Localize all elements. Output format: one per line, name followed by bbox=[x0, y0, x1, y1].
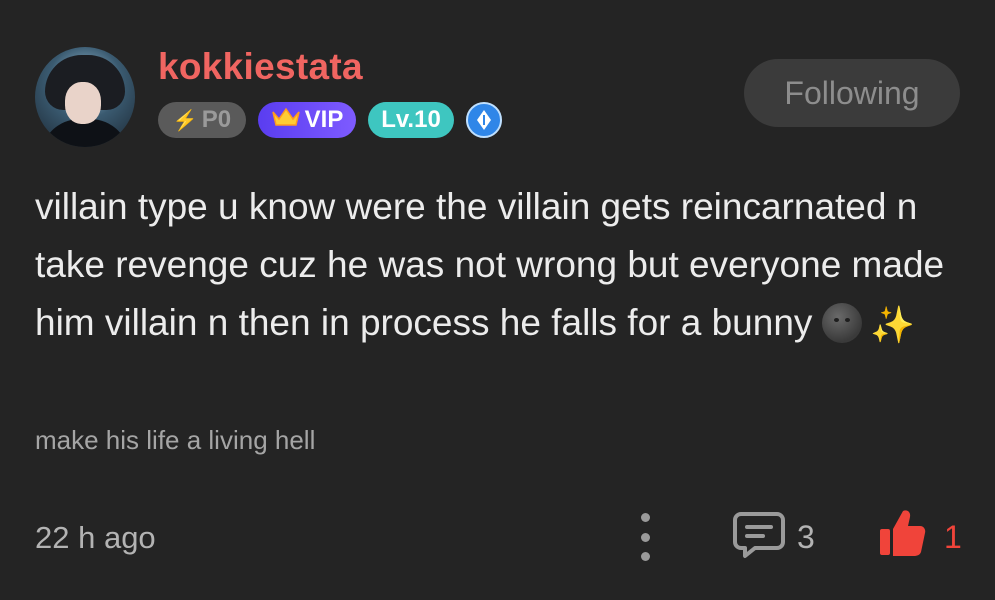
post-body: villain type u know were the villain get… bbox=[35, 178, 965, 354]
bolt-icon: ⚡ bbox=[172, 109, 198, 132]
more-icon[interactable] bbox=[630, 513, 660, 561]
p0-badge: ⚡ P0 bbox=[158, 102, 246, 138]
comment-count: 3 bbox=[797, 519, 815, 555]
following-button[interactable]: Following bbox=[744, 59, 960, 127]
post-timestamp: 22 h ago bbox=[35, 520, 156, 555]
quill-icon[interactable] bbox=[466, 102, 502, 138]
crown-icon bbox=[271, 106, 301, 135]
thumbs-up-icon[interactable] bbox=[877, 507, 927, 564]
avatar[interactable] bbox=[35, 47, 135, 147]
p0-badge-label: P0 bbox=[201, 106, 232, 133]
vip-badge[interactable]: VIP bbox=[258, 102, 356, 138]
sparkles-emoji: ✨ bbox=[870, 304, 916, 345]
username[interactable]: kokkiestata bbox=[158, 46, 363, 88]
level-badge[interactable]: Lv.10 bbox=[368, 102, 454, 138]
post-subtitle: make his life a living hell bbox=[35, 425, 316, 455]
moon-face-emoji bbox=[822, 303, 863, 343]
comment-icon[interactable] bbox=[733, 510, 785, 565]
user-badges: ⚡ P0 VIP Lv.10 bbox=[158, 101, 514, 139]
like-count: 1 bbox=[944, 519, 962, 555]
vip-badge-label: VIP bbox=[304, 106, 344, 133]
post-text: villain type u know were the villain get… bbox=[35, 186, 945, 343]
